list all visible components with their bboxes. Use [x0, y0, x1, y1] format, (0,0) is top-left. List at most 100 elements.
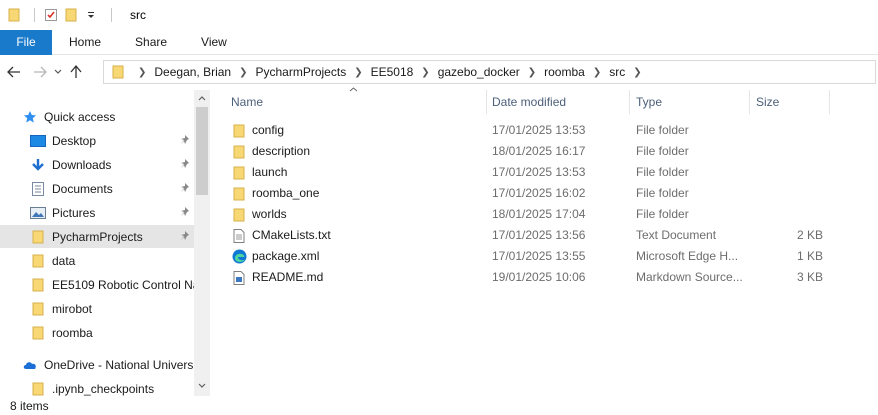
scroll-up-icon[interactable] [194, 90, 210, 106]
file-date: 17/01/2025 16:02 [492, 186, 586, 200]
separator [111, 8, 112, 22]
sidebar-item-label: Quick access [44, 109, 116, 124]
file-row[interactable]: README.md 19/01/2025 10:06 Markdown Sour… [225, 267, 835, 288]
separator [34, 8, 35, 22]
sidebar-item-data[interactable]: data [0, 249, 194, 272]
customize-toolbar-icon[interactable] [83, 7, 99, 23]
breadcrumb-ee5018[interactable]: EE5018 [371, 65, 414, 79]
sidebar-item-pictures[interactable]: Pictures [0, 201, 194, 224]
sidebar-item-label: Pictures [52, 205, 96, 220]
folder-icon[interactable] [6, 7, 22, 23]
file-row[interactable]: launch 17/01/2025 13:53 File folder [225, 162, 835, 183]
file-name: roomba_one [252, 186, 320, 200]
file-type: Text Document [636, 228, 717, 242]
file-name: description [252, 144, 311, 158]
new-folder-icon[interactable] [63, 7, 79, 23]
pin-icon[interactable] [179, 134, 191, 146]
file-row[interactable]: package.xml 17/01/2025 13:55 Microsoft E… [225, 246, 835, 267]
chevron-right-icon[interactable]: ❯ [528, 67, 536, 78]
chevron-right-icon[interactable]: ❯ [239, 67, 247, 78]
sidebar-item-label: roomba [52, 325, 93, 340]
sidebar-item-documents[interactable]: Documents [0, 177, 194, 200]
download-arrow-icon [30, 157, 46, 173]
sidebar-item-label: Documents [52, 181, 113, 196]
file-date: 18/01/2025 17:04 [492, 207, 586, 221]
edge-icon [231, 249, 247, 265]
pin-icon[interactable] [179, 182, 191, 194]
breadcrumb-user[interactable]: Deegan, Brian [154, 65, 231, 79]
file-name-cell: README.md [231, 267, 486, 288]
sidebar-item-label: OneDrive - National Universit [44, 357, 194, 372]
file-date: 17/01/2025 13:56 [492, 228, 586, 242]
sidebar-item-downloads[interactable]: Downloads [0, 153, 194, 176]
tab-home[interactable]: Home [52, 30, 118, 55]
title-bar: src [0, 0, 878, 30]
text-file-icon [231, 228, 247, 244]
file-row[interactable]: CMakeLists.txt 17/01/2025 13:56 Text Doc… [225, 225, 835, 246]
sidebar-item-roomba[interactable]: roomba [0, 321, 194, 344]
file-row[interactable]: description 18/01/2025 16:17 File folder [225, 141, 835, 162]
column-type[interactable]: Type [630, 90, 749, 114]
sidebar-item-mirobot[interactable]: mirobot [0, 297, 194, 320]
file-row[interactable]: roomba_one 17/01/2025 16:02 File folder [225, 183, 835, 204]
properties-icon[interactable] [43, 7, 59, 23]
tab-file[interactable]: File [0, 30, 52, 55]
chevron-right-icon[interactable]: ❯ [421, 67, 429, 78]
up-arrow-icon[interactable] [65, 59, 87, 85]
status-bar: 8 items [0, 397, 878, 415]
column-name[interactable]: Name [225, 90, 485, 114]
sidebar-item-ipynb-checkpoints[interactable]: .ipynb_checkpoints [0, 377, 194, 396]
address-bar[interactable]: ❯ Deegan, Brian ❯ PycharmProjects ❯ EE50… [103, 60, 876, 84]
file-date: 17/01/2025 13:53 [492, 123, 586, 137]
sidebar-scrollbar[interactable] [194, 90, 210, 396]
file-name-cell: launch [231, 162, 486, 183]
file-size [755, 162, 823, 183]
file-name: CMakeLists.txt [252, 228, 331, 242]
sidebar-item-ee5109[interactable]: EE5109 Robotic Control Nav [0, 273, 194, 296]
ribbon-tabs: File Home Share View [0, 30, 878, 55]
forward-arrow-icon[interactable] [29, 59, 51, 85]
folder-icon [231, 123, 247, 139]
breadcrumb-roomba[interactable]: roomba [544, 65, 585, 79]
column-date-modified[interactable]: Date modified [486, 90, 628, 114]
chevron-right-icon[interactable]: ❯ [138, 67, 146, 78]
file-date: 18/01/2025 16:17 [492, 144, 586, 158]
scroll-down-icon[interactable] [194, 377, 210, 393]
column-size[interactable]: Size [750, 90, 828, 114]
chevron-right-icon[interactable]: ❯ [354, 67, 362, 78]
file-row[interactable]: config 17/01/2025 13:53 File folder [225, 120, 835, 141]
tab-share[interactable]: Share [118, 30, 184, 55]
file-type: Markdown Source... [636, 270, 743, 284]
column-header: Name Date modified Type Size [225, 87, 845, 114]
folder-icon [231, 165, 247, 181]
chevron-right-icon[interactable]: ❯ [593, 67, 601, 78]
pin-icon[interactable] [179, 158, 191, 170]
file-size [755, 141, 823, 162]
folder-icon [231, 207, 247, 223]
tab-view[interactable]: View [184, 30, 244, 55]
sidebar-item-desktop[interactable]: Desktop [0, 129, 194, 152]
pin-icon[interactable] [179, 230, 191, 242]
file-name-cell: worlds [231, 204, 486, 225]
sidebar-item-onedrive[interactable]: OneDrive - National Universit [0, 353, 194, 376]
sidebar-item-label: EE5109 Robotic Control Nav [52, 277, 194, 292]
file-name: worlds [252, 207, 287, 221]
file-date: 17/01/2025 13:55 [492, 249, 586, 263]
navigation-pane: Quick access Desktop Downloads Documents [0, 90, 210, 396]
scrollbar-thumb[interactable] [196, 107, 208, 195]
breadcrumb-gazebo-docker[interactable]: gazebo_docker [438, 65, 520, 79]
documents-icon [30, 181, 46, 197]
file-row[interactable]: worlds 18/01/2025 17:04 File folder [225, 204, 835, 225]
column-divider[interactable] [829, 90, 830, 114]
sidebar-item-pycharmprojects[interactable]: PycharmProjects [0, 225, 194, 248]
pin-icon[interactable] [179, 206, 191, 218]
file-date: 19/01/2025 10:06 [492, 270, 586, 284]
breadcrumb-src[interactable]: src [609, 65, 625, 79]
pictures-icon [30, 205, 46, 221]
chevron-right-icon[interactable]: ❯ [633, 67, 641, 78]
back-arrow-icon[interactable] [3, 59, 25, 85]
recent-locations-chevron-icon[interactable] [51, 59, 65, 85]
breadcrumb-pycharmprojects[interactable]: PycharmProjects [256, 65, 347, 79]
sidebar-item-quick-access[interactable]: Quick access [0, 105, 194, 128]
item-count: 8 items [10, 399, 49, 413]
